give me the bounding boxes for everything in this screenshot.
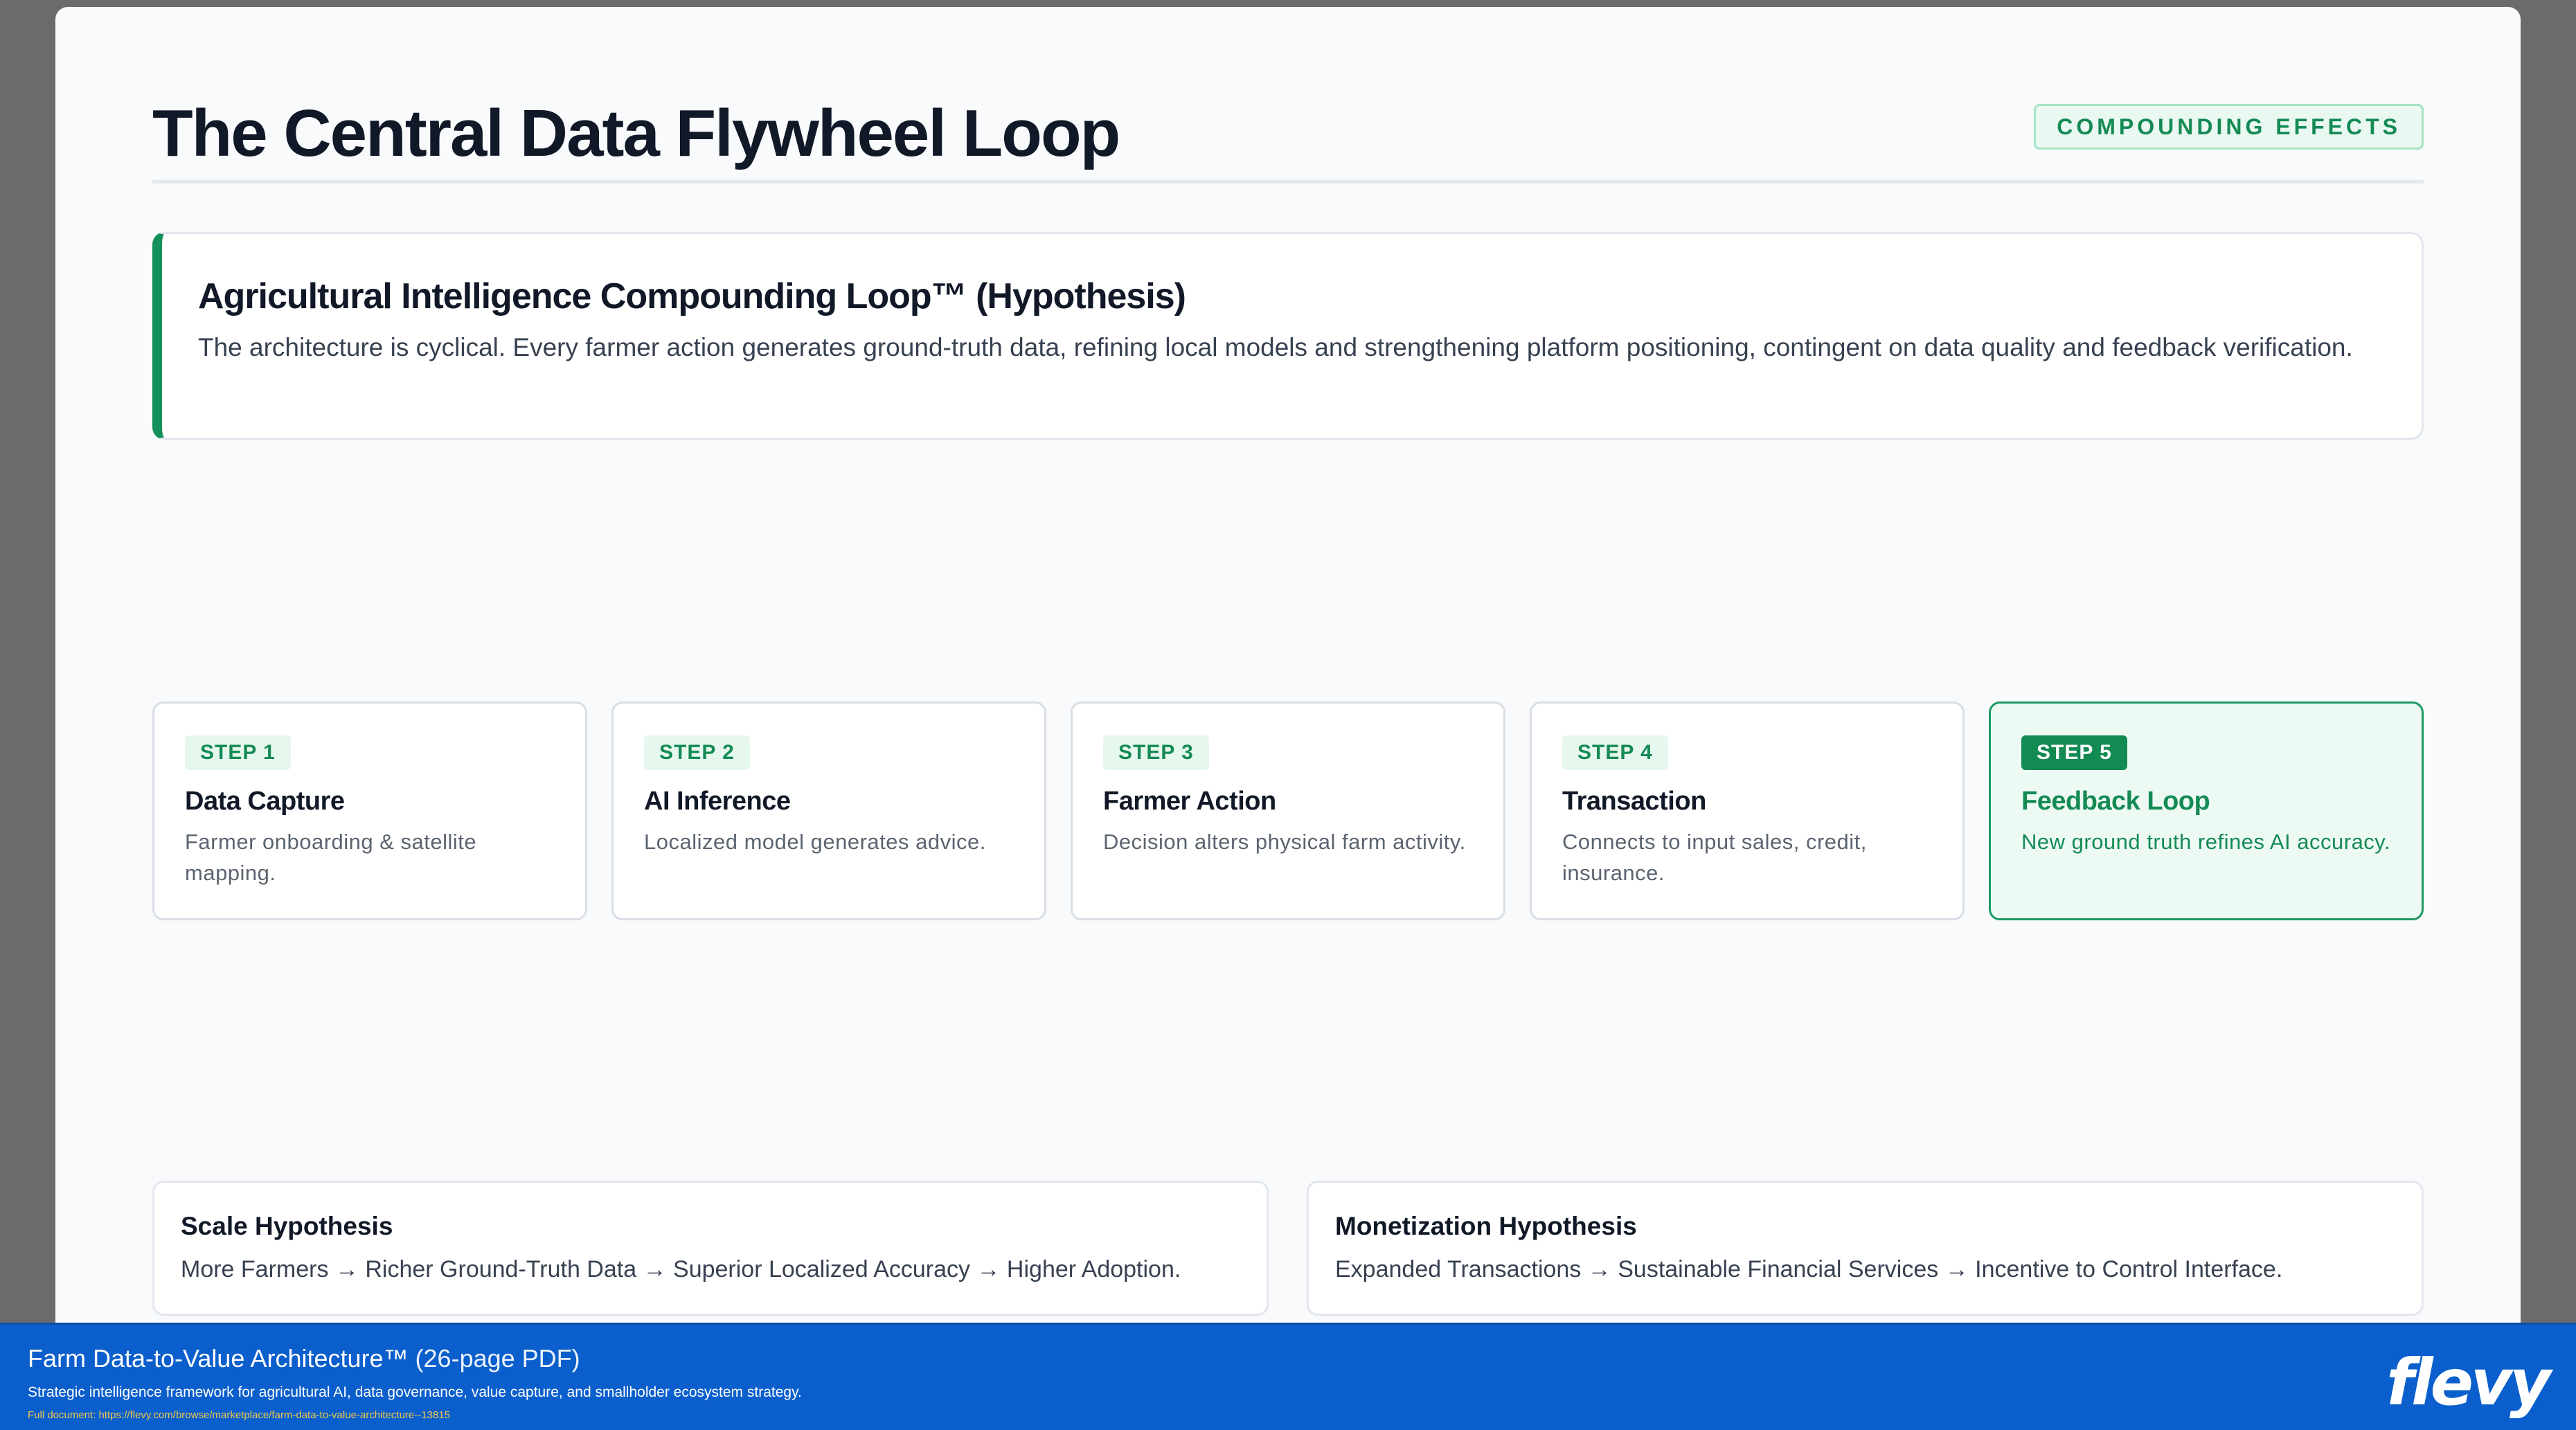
step-description: Localized model generates advice.	[644, 830, 986, 854]
flywheel-steps: STEP 1 Data Capture Farmer onboarding & …	[152, 701, 2424, 920]
step-badge: STEP 3	[1103, 735, 1209, 770]
hypothesis-callout: Agricultural Intelligence Compounding Lo…	[152, 232, 2424, 440]
monetization-hypothesis-card: Monetization Hypothesis Expanded Transac…	[1307, 1181, 2424, 1316]
step-badge: STEP 1	[185, 735, 291, 770]
step-title: Feedback Loop	[2021, 787, 2210, 816]
hypothesis-text: More Farmers → Richer Ground-Truth Data …	[181, 1256, 1181, 1282]
step-description: New ground truth refines AI accuracy.	[2021, 830, 2391, 854]
flevy-logo[interactable]: flevy	[2386, 1346, 2551, 1420]
page-count: (26-page PDF)	[415, 1344, 580, 1373]
footer-document-link[interactable]: Full document: https://flevy.com/browse/…	[28, 1409, 450, 1421]
step-card-feedback-loop: STEP 5 Feedback Loop New ground truth re…	[1989, 701, 2424, 920]
step-title: AI Inference	[644, 787, 791, 816]
step-description: Decision alters physical farm activity.	[1103, 830, 1466, 854]
step-card-farmer-action: STEP 3 Farmer Action Decision alters phy…	[1071, 701, 1505, 920]
step-card-data-capture: STEP 1 Data Capture Farmer onboarding & …	[152, 701, 587, 920]
step-title: Farmer Action	[1103, 787, 1276, 816]
title-divider	[152, 180, 2424, 184]
page-title: The Central Data Flywheel Loop	[152, 96, 1120, 170]
step-card-transaction: STEP 4 Transaction Connects to input sal…	[1530, 701, 1965, 920]
hypothesis-title: Scale Hypothesis	[181, 1212, 393, 1240]
step-badge: STEP 2	[644, 735, 750, 770]
scale-hypothesis-card: Scale Hypothesis More Farmers → Richer G…	[152, 1181, 1269, 1316]
footer-banner: Farm Data-to-Value Architecture™ (26-pag…	[0, 1323, 2576, 1430]
step-description: Connects to input sales, credit, insuran…	[1562, 830, 1867, 885]
callout-title: Agricultural Intelligence Compounding Lo…	[198, 276, 1186, 316]
hypothesis-text: Expanded Transactions → Sustainable Fina…	[1335, 1256, 2283, 1282]
slide: The Central Data Flywheel Loop COMPOUNDI…	[55, 7, 2521, 1323]
hypothesis-title: Monetization Hypothesis	[1335, 1212, 1637, 1240]
footer-description: Strategic intelligence framework for agr…	[28, 1384, 802, 1400]
step-description: Farmer onboarding & satellite mapping.	[185, 830, 477, 885]
step-badge: STEP 5	[2021, 735, 2127, 770]
step-card-ai-inference: STEP 2 AI Inference Localized model gene…	[611, 701, 1046, 920]
step-title: Data Capture	[185, 787, 345, 816]
document-title: Farm Data-to-Value Architecture™	[28, 1344, 409, 1373]
callout-text: The architecture is cyclical. Every farm…	[198, 333, 2353, 361]
footer-title: Farm Data-to-Value Architecture™ (26-pag…	[28, 1344, 580, 1373]
step-badge: STEP 4	[1562, 735, 1668, 770]
compounding-effects-badge: COMPOUNDING EFFECTS	[2034, 104, 2424, 150]
step-title: Transaction	[1562, 787, 1706, 816]
